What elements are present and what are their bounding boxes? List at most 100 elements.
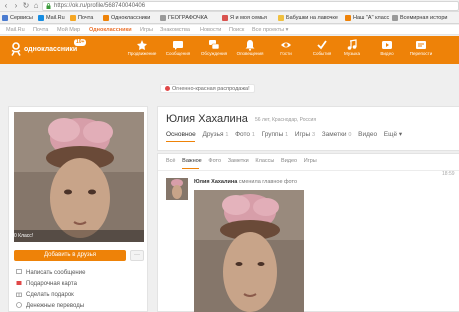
promo-icon — [137, 40, 147, 50]
forward-icon[interactable]: › — [12, 2, 20, 10]
mailru-icon — [38, 14, 44, 21]
sale-notice[interactable]: Огненно-красная распродажа! — [160, 84, 255, 93]
family-icon — [222, 14, 228, 21]
tab-video[interactable]: Видео — [358, 131, 377, 139]
tab-friends[interactable]: Друзья 1 — [202, 131, 228, 139]
link-dating[interactable]: Знакомства — [160, 27, 190, 33]
messages-icon — [173, 41, 183, 50]
portal-links-bar: Mail.Ru Почта Мой Мир Одноклассники Игры… — [0, 25, 459, 35]
ok-logo-icon[interactable] — [8, 41, 24, 57]
feed-tabs: Всё Важное Фото Заметки Классы Видео Игр… — [166, 158, 322, 165]
post-author-avatar[interactable] — [166, 178, 188, 200]
tab-notes[interactable]: Заметки 0 — [322, 131, 352, 139]
post-photo-image — [194, 190, 304, 312]
bookmark-services[interactable]: Сервисы — [2, 14, 33, 22]
feed-tab-all[interactable]: Всё — [166, 158, 175, 165]
mail-icon — [70, 14, 76, 21]
tab-groups[interactable]: Группы 1 — [262, 131, 289, 139]
feed-divider — [158, 170, 459, 171]
site-header: одноклассники 10+ Продвижение Сообщения … — [0, 36, 459, 64]
ok-icon — [345, 14, 351, 21]
link-odnoklassniki[interactable]: Одноклассники — [89, 27, 132, 33]
url-field[interactable]: https://ok.ru/profile/568740040406 — [42, 1, 459, 11]
home-icon[interactable]: ⌂ — [32, 2, 40, 10]
tab-photos[interactable]: Фото 1 — [235, 131, 255, 139]
bookmark-odnoklassniki[interactable]: Одноклассники — [103, 14, 150, 22]
tab-main-indicator — [166, 141, 195, 142]
nav-video[interactable]: Видео — [369, 38, 405, 62]
back-icon[interactable]: ‹ — [2, 2, 10, 10]
profile-sidebar: 0 Класс! Добавить в друзья ··· Написать … — [8, 106, 148, 312]
feed-tab-notes[interactable]: Заметки — [228, 158, 249, 165]
link-my-world[interactable]: Мой Мир — [57, 27, 80, 33]
logo-text[interactable]: одноклассники — [24, 46, 77, 53]
link-games[interactable]: Игры — [140, 27, 153, 33]
browser-address-bar: ‹ › ↻ ⌂ https://ok.ru/profile/5687400404… — [0, 0, 459, 12]
events-icon — [317, 40, 327, 50]
folder-icon — [278, 14, 284, 21]
ok-icon — [103, 14, 109, 21]
nav-notifications[interactable]: Оповещения — [232, 38, 268, 62]
page-icon — [160, 14, 166, 21]
feed-tab-likes[interactable]: Классы — [255, 158, 274, 165]
profile-header: Юлия Хахалина 56 лет, Краснодар, Россия … — [157, 106, 459, 151]
more-button[interactable]: ··· — [130, 250, 144, 261]
reposts-icon — [416, 41, 426, 49]
url-text: https://ok.ru/profile/568740040406 — [54, 3, 146, 9]
bookmark-world-history[interactable]: Всемирная истори — [392, 14, 447, 22]
link-all-projects[interactable]: Все проекты ▾ — [252, 27, 288, 33]
video-icon — [382, 41, 392, 49]
apps-icon — [2, 14, 8, 21]
feed-tab-indicator — [182, 168, 199, 169]
money-icon — [16, 302, 22, 309]
profile-info: 56 лет, Краснодар, Россия — [255, 117, 317, 123]
bookmarks-bar: Сервисы Mail.Ru Почта Одноклассники ГЕОГ… — [0, 12, 459, 24]
tab-main[interactable]: Основное — [166, 131, 196, 139]
activity-feed: Всё Важное Фото Заметки Классы Видео Игр… — [157, 153, 459, 312]
profile-name: Юлия Хахалина — [166, 113, 248, 125]
link-news[interactable]: Новости — [200, 27, 221, 33]
gift-icon — [16, 293, 22, 298]
add-friend-button[interactable]: Добавить в друзья — [14, 250, 126, 261]
reload-icon[interactable]: ↻ — [22, 2, 30, 10]
bookmark-geografochka[interactable]: ГЕОГРАФОЧКА — [160, 14, 208, 22]
action-write-message[interactable]: Написать сообщение — [16, 269, 85, 277]
nav-messages[interactable]: Сообщения — [160, 38, 196, 62]
page-icon — [392, 14, 398, 21]
tab-more[interactable]: Ещё ▾ — [384, 131, 402, 139]
sale-dot-icon — [165, 86, 170, 92]
guests-icon — [281, 42, 291, 48]
bookmark-family[interactable]: Я и моя семья — [222, 14, 267, 22]
nav-promo[interactable]: Продвижение — [124, 38, 160, 62]
nav-reposts[interactable]: Перепости — [403, 38, 439, 62]
nav-music[interactable]: Музыка — [334, 38, 370, 62]
gift-card-icon — [16, 281, 22, 286]
photo-likes[interactable]: 0 Класс! — [14, 233, 33, 239]
post-time: 18:59 — [442, 171, 455, 177]
bookmark-mail[interactable]: Почта — [70, 14, 93, 22]
action-make-gift[interactable]: Сделать подарок — [16, 291, 74, 299]
post-header: Юлия Хахалина сменила главное фото — [194, 179, 297, 185]
link-search[interactable]: Поиск — [229, 27, 244, 33]
feed-tab-video[interactable]: Видео — [281, 158, 297, 165]
action-gift-card[interactable]: Подарочная карта — [16, 280, 77, 288]
nav-guests[interactable]: Гости — [268, 38, 304, 62]
tab-games[interactable]: Игры 3 — [295, 131, 315, 139]
message-icon — [16, 269, 22, 275]
feed-tab-photos[interactable]: Фото — [208, 158, 221, 165]
profile-photo[interactable] — [14, 112, 144, 242]
post-author[interactable]: Юлия Хахалина — [194, 179, 237, 185]
profile-photo-image — [14, 112, 144, 242]
bookmark-class[interactable]: Наш "А" класс — [345, 14, 389, 22]
feed-tab-games[interactable]: Игры — [304, 158, 317, 165]
post-action: сменила главное фото — [238, 179, 298, 185]
nav-discussions[interactable]: Обсуждения — [196, 38, 232, 62]
post-photo[interactable] — [194, 190, 304, 312]
bookmark-mailru[interactable]: Mail.Ru — [38, 14, 65, 22]
link-mail[interactable]: Почта — [33, 27, 48, 33]
bookmark-grandmas[interactable]: Бабушки на лавочке — [278, 14, 338, 22]
action-money-transfer[interactable]: Денежные переводы — [16, 302, 84, 310]
logo-badge: 10+ — [74, 39, 87, 46]
link-mailru[interactable]: Mail.Ru — [6, 27, 25, 33]
feed-tab-important[interactable]: Важное — [182, 158, 202, 165]
